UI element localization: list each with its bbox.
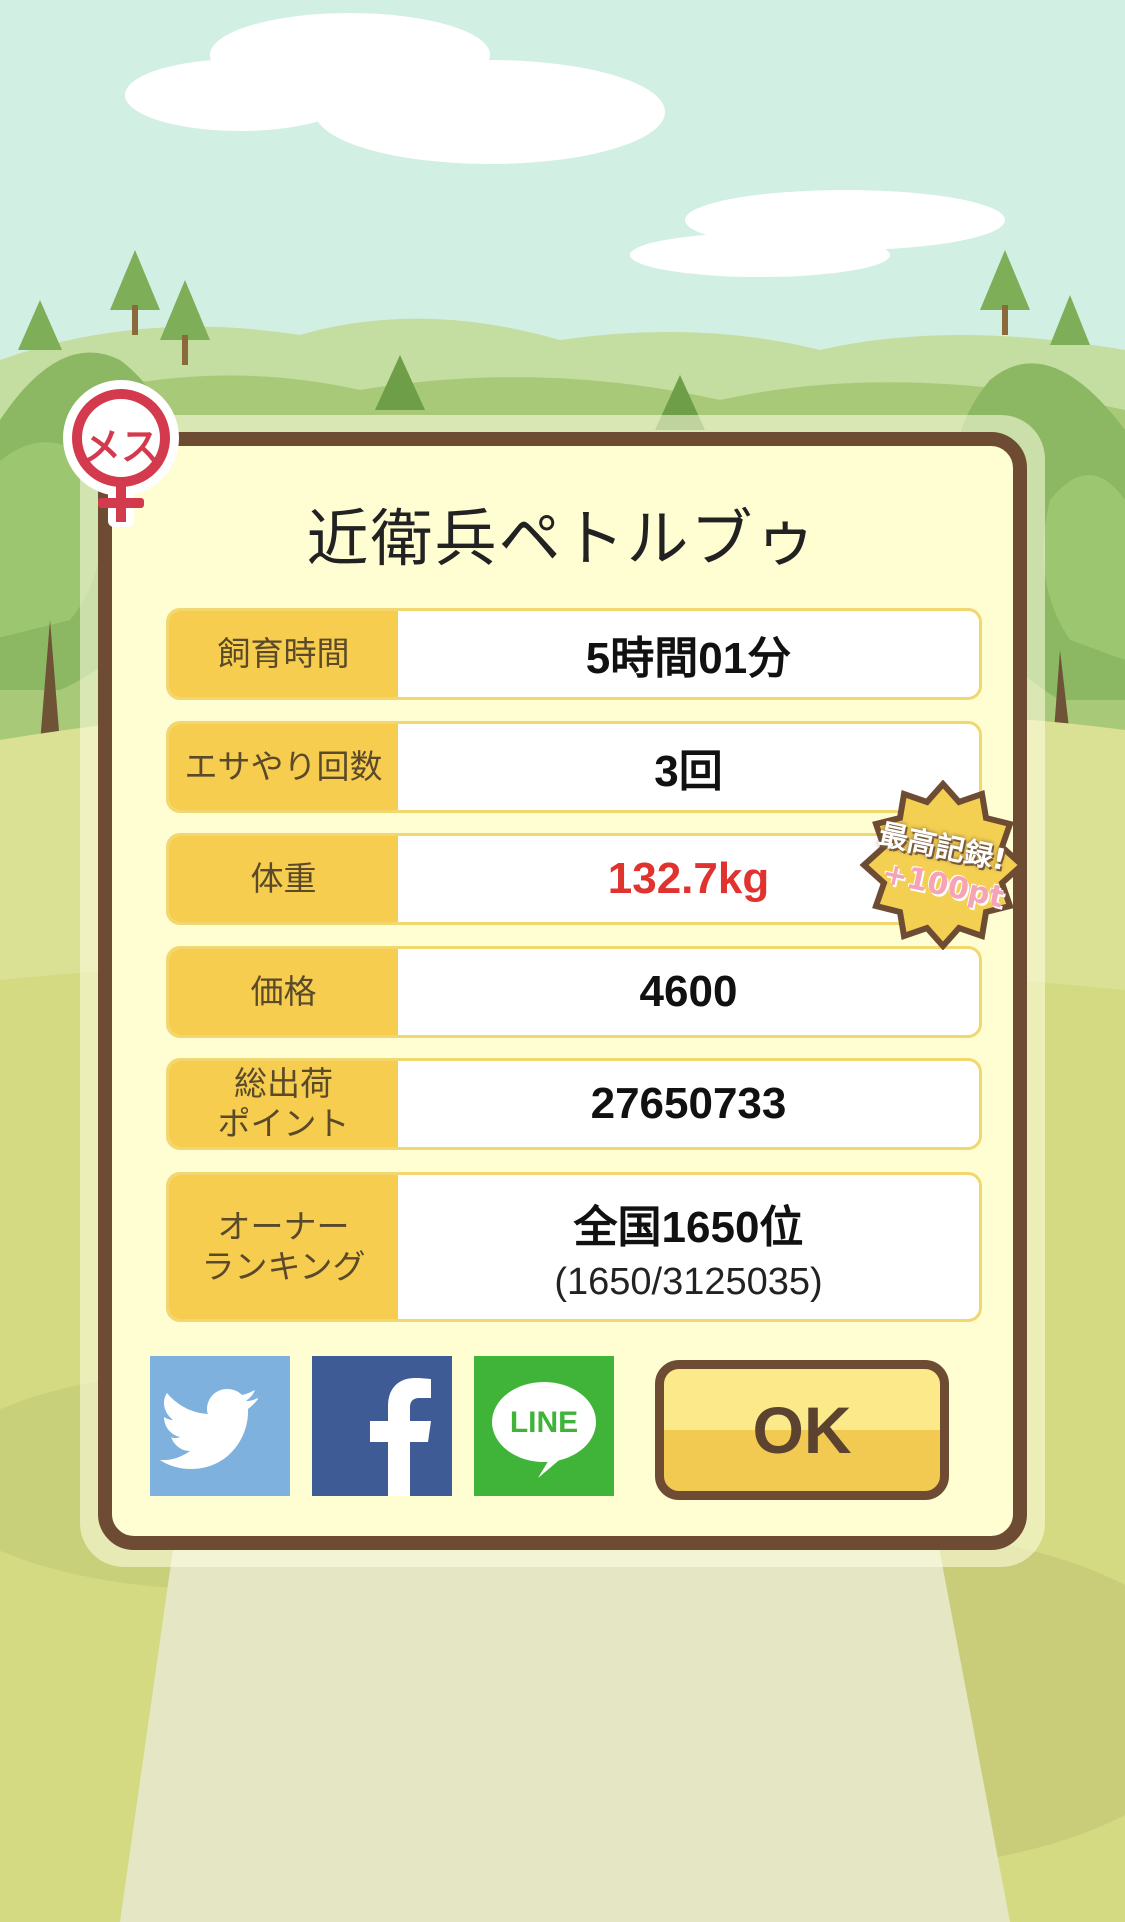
stat-label: 飼育時間 [169, 611, 398, 697]
new-record-badge: 最高記録! +100pt [858, 779, 1028, 951]
stat-row-owner-ranking: オーナー ランキング 全国1650位 (1650/3125035) [166, 1172, 982, 1322]
stat-label: 総出荷 ポイント [169, 1061, 398, 1147]
line-share-button[interactable]: LINE [474, 1356, 614, 1496]
female-gender-badge: メス [52, 378, 190, 528]
stat-value: 全国1650位 (1650/3125035) [398, 1175, 979, 1319]
stat-row-shipping-points: 総出荷 ポイント 27650733 [166, 1058, 982, 1150]
facebook-f-icon [312, 1356, 452, 1496]
facebook-share-button[interactable] [312, 1356, 452, 1496]
stat-row-raising-time: 飼育時間 5時間01分 [166, 608, 982, 700]
pet-name-title: 近衛兵ペトルブゥ [306, 502, 819, 575]
stat-value: 4600 [639, 967, 738, 1016]
line-logo-text: LINE [509, 1406, 579, 1439]
ranking-detail: (1650/3125035) [554, 1260, 823, 1303]
pet-result-dialog: 近衛兵ペトルブゥ 飼育時間 5時間01分 エサやり回数 3回 体重 132.7k… [98, 432, 1027, 1550]
twitter-share-button[interactable] [150, 1356, 290, 1496]
stat-label: エサやり回数 [169, 724, 398, 810]
stat-label: 体重 [169, 836, 398, 922]
stat-label: 価格 [169, 949, 398, 1035]
twitter-bird-icon [150, 1356, 290, 1496]
stat-row-price: 価格 4600 [166, 946, 982, 1038]
stat-value: 27650733 [590, 1079, 787, 1128]
ranking-value: 全国1650位 [573, 1202, 804, 1252]
stat-value: 5時間01分 [585, 634, 792, 683]
stat-label: オーナー ランキング [169, 1175, 398, 1319]
gender-label: メス [82, 425, 159, 469]
ok-button[interactable]: OK [655, 1360, 949, 1500]
